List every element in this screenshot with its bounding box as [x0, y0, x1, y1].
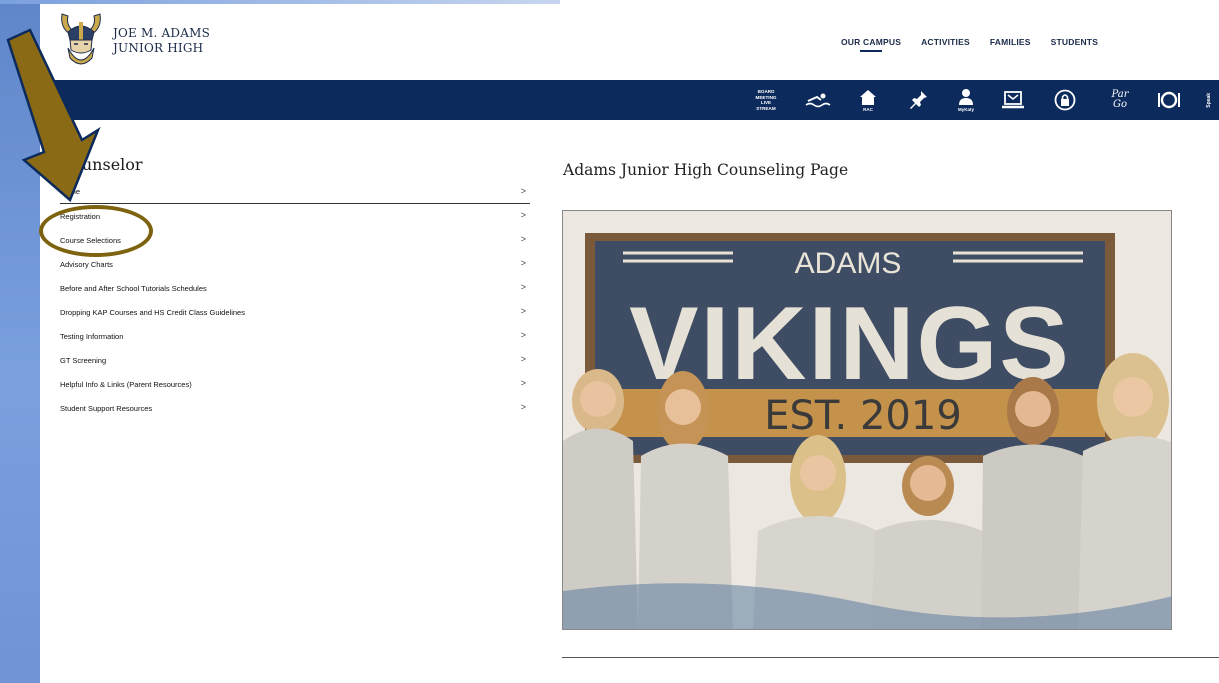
- content-divider: [562, 657, 1219, 658]
- sidebar-item-gt-screening[interactable]: GT Screening >: [60, 348, 530, 372]
- chevron-right-icon: >: [520, 330, 526, 340]
- sidebar-item-helpful-info[interactable]: Helpful Info & Links (Parent Resources) >: [60, 372, 530, 396]
- sidebar-item-label: Dropping KAP Courses and HS Credit Class…: [60, 307, 245, 317]
- plate-utensils-icon[interactable]: [1154, 84, 1184, 116]
- swimmer-icon[interactable]: [803, 84, 833, 116]
- mykaty-caption: MyKaty: [957, 107, 974, 112]
- house-icon: [860, 90, 876, 105]
- counselors-photo: ADAMS VIKINGS EST. 2019: [562, 210, 1172, 630]
- nav-our-campus[interactable]: OUR CAMPUS: [841, 37, 901, 52]
- sidebar-item-testing-information[interactable]: Testing Information >: [60, 324, 530, 348]
- sidebar-item-student-support[interactable]: Student Support Resources >: [60, 396, 530, 420]
- nav-families[interactable]: FAMILIES: [990, 37, 1031, 47]
- chevron-right-icon: >: [520, 378, 526, 388]
- chevron-right-icon: >: [520, 354, 526, 364]
- annotation-highlight-oval: [39, 205, 153, 257]
- nav-activities[interactable]: ACTIVITIES: [921, 37, 970, 47]
- pushpin-icon[interactable]: [904, 84, 934, 116]
- page-heading: Adams Junior High Counseling Page: [563, 161, 849, 179]
- laptop-mail-icon[interactable]: [998, 84, 1028, 116]
- sidebar-item-label: GT Screening: [60, 355, 107, 365]
- par-go-link[interactable]: Par Go: [1103, 84, 1137, 116]
- padlock-icon[interactable]: [1050, 84, 1080, 116]
- sidebar-item-tutorials-schedules[interactable]: Before and After School Tutorials Schedu…: [60, 276, 530, 300]
- sidebar-item-label: Student Support Resources: [60, 403, 153, 413]
- sign-adams-text: ADAMS: [795, 247, 902, 280]
- board-meeting-label: BOARD MEETING LIVE STREAM: [755, 89, 777, 111]
- speak-up-label: Speak: [1206, 92, 1213, 108]
- sidebar-item-advisory-charts[interactable]: Advisory Charts >: [60, 252, 530, 276]
- chevron-right-icon: >: [520, 258, 526, 268]
- chevron-right-icon: >: [520, 402, 526, 412]
- chevron-right-icon: >: [520, 234, 526, 244]
- student-person-icon: [959, 89, 973, 105]
- mykaty-link[interactable]: MyKaty: [951, 84, 981, 116]
- sidebar-item-dropping-kap-courses[interactable]: Dropping KAP Courses and HS Credit Class…: [60, 300, 530, 324]
- chevron-right-icon: >: [520, 210, 526, 220]
- nav-students[interactable]: STUDENTS: [1051, 37, 1098, 47]
- sidebar-item-label: Before and After School Tutorials Schedu…: [60, 283, 207, 293]
- chevron-right-icon: >: [520, 282, 526, 292]
- top-nav: OUR CAMPUS ACTIVITIES FAMILIES STUDENTS: [841, 37, 1098, 52]
- sidebar-item-label: Advisory Charts: [60, 259, 113, 269]
- sidebar-item-label: Testing Information: [60, 331, 124, 341]
- par-go-label: Par Go: [1111, 89, 1129, 110]
- quick-links-bar: [40, 80, 1219, 120]
- sign-est-text: EST. 2019: [764, 393, 962, 439]
- board-meeting-livestream-link[interactable]: BOARD MEETING LIVE STREAM: [750, 84, 782, 116]
- rac-caption: RAC: [863, 107, 873, 112]
- chevron-right-icon: >: [520, 306, 526, 316]
- speak-up-link[interactable]: Speak: [1201, 84, 1219, 116]
- sidebar-item-label: Helpful Info & Links (Parent Resources): [60, 379, 192, 389]
- rac-home-link[interactable]: RAC: [853, 84, 883, 116]
- chevron-right-icon: >: [520, 186, 526, 196]
- annotation-arrow-icon: [6, 28, 101, 203]
